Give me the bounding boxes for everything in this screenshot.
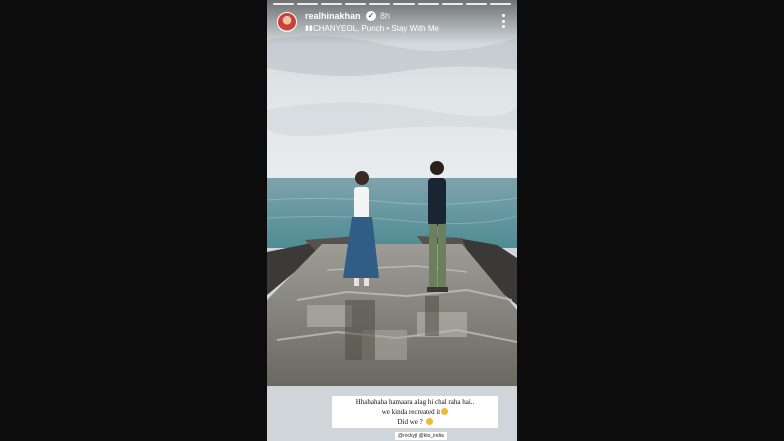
- caption-line: we kinda recreated it: [381, 408, 441, 416]
- progress-segment: [465, 3, 487, 5]
- caption-line: Hhahahaha hamaara alag hi chal raha hai.…: [355, 398, 475, 406]
- progress-segment: [321, 3, 343, 5]
- mention-tags[interactable]: @rockyjl @kto_india: [395, 432, 447, 440]
- progress-segment: [417, 3, 439, 5]
- progress-segment: [273, 3, 295, 5]
- song-title[interactable]: CHANYEOL, Punch • Stay With Me: [313, 24, 439, 33]
- progress-segment: [345, 3, 367, 5]
- caption-text: Hhahahaha hamaara alag hi chal raha hai.…: [332, 396, 498, 428]
- story-photo: [267, 0, 517, 386]
- grinning-emoji-icon: [441, 408, 449, 415]
- avatar[interactable]: [277, 12, 297, 32]
- verified-badge-icon: ✓: [366, 11, 376, 21]
- username[interactable]: realhinakhan: [305, 11, 361, 21]
- story-header: realhinakhan ✓ 8h ▮▮ CHANYEOL, Punch • S…: [267, 0, 517, 44]
- progress-bar: [273, 3, 511, 5]
- story-viewer[interactable]: realhinakhan ✓ 8h ▮▮ CHANYEOL, Punch • S…: [267, 0, 517, 441]
- progress-segment: [441, 3, 463, 5]
- progress-segment: [489, 3, 511, 5]
- progress-segment: [369, 3, 391, 5]
- post-time: 8h: [380, 11, 391, 21]
- smiling-emoji-icon: [425, 418, 433, 425]
- more-options-icon[interactable]: [501, 14, 505, 28]
- progress-segment: [297, 3, 319, 5]
- music-bars-icon: ▮▮: [305, 25, 313, 32]
- caption-line: Did we ?: [397, 418, 423, 426]
- progress-segment: [393, 3, 415, 5]
